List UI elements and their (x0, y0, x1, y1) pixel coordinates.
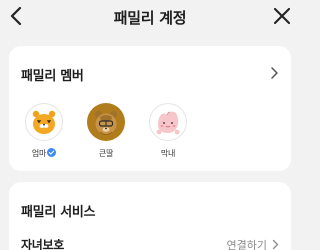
close-icon[interactable] (271, 5, 293, 27)
frodo-character-icon (87, 103, 125, 141)
family-members-card: 패밀리 멤버 엄마 큰딸 막내 (9, 46, 291, 171)
page-title: 패밀리 계정 (113, 9, 187, 27)
family-members-title[interactable]: 패밀리 멤버 (21, 65, 84, 84)
chevron-right-icon (272, 239, 279, 250)
member-list: 엄마 큰딸 막내 (23, 103, 223, 163)
family-services-title: 패밀리 서비스 (21, 205, 96, 220)
ryan-character-icon (25, 103, 63, 141)
connect-link[interactable]: 연결하기 (227, 237, 267, 250)
chevron-right-icon[interactable] (269, 66, 279, 80)
member-item-mom[interactable]: 엄마 (23, 103, 65, 160)
family-services-card: 패밀리 서비스 자녀보호 연결하기 (9, 182, 291, 250)
verified-badge-icon (47, 148, 57, 157)
member-item-youngest[interactable]: 막내 (147, 103, 189, 160)
member-name: 막내 (160, 149, 176, 158)
app-header: 패밀리 계정 (0, 0, 300, 34)
service-row-label: 자녀보호 (21, 238, 64, 250)
member-name: 큰딸 (98, 149, 114, 158)
apeach-character-icon (149, 103, 187, 141)
member-item-eldest-daughter[interactable]: 큰딸 (85, 103, 127, 160)
member-name: 엄마 (31, 149, 47, 158)
service-row-child-protection[interactable]: 자녀보호 연결하기 (21, 236, 279, 250)
